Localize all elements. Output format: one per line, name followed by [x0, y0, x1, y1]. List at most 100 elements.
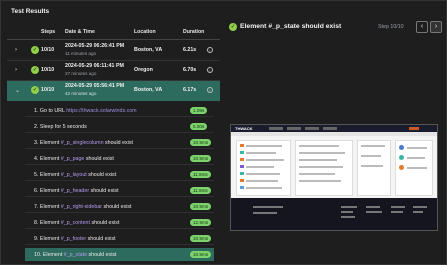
screenshot-line [299, 173, 335, 175]
step-suffix: should exist [84, 156, 114, 162]
step-selector: #_p_state [63, 252, 88, 258]
screenshot-line [299, 152, 345, 154]
screenshot-line [246, 145, 282, 147]
step-text: Element [39, 220, 61, 226]
step-row[interactable]: 3. Element #_p_singlecolumn should exist… [25, 136, 214, 149]
run-steps: 10/10 [41, 67, 55, 73]
screenshot-line [407, 157, 425, 159]
screenshot-card [357, 140, 391, 196]
column-datetime: Date & Time [65, 29, 95, 35]
step-duration-badge: 10.9ms [190, 155, 212, 162]
step-row[interactable]: 7. Element #_p_right-sidebar should exis… [25, 200, 214, 213]
step-row[interactable]: 5. Element #_p_layout should exist 11.9m… [25, 168, 214, 181]
step-number: 6. [34, 188, 39, 194]
step-row[interactable]: 6. Element #_p_header should exist 11.9m… [25, 184, 214, 197]
step-suffix: should exist [102, 204, 132, 210]
run-location: Boston, VA [134, 87, 163, 93]
screenshot-chip [240, 158, 244, 161]
screenshot-line [407, 147, 427, 149]
info-icon[interactable]: i [207, 87, 213, 93]
screenshot-footer-line [391, 206, 405, 208]
step-duration-badge: 10.9ms [190, 203, 212, 210]
screenshot-line [299, 145, 339, 147]
screenshot-line [246, 159, 284, 161]
screenshot-line [407, 167, 427, 169]
step-detail-title: Element #_p_state should exist [240, 23, 342, 30]
screenshot-chip [240, 172, 244, 175]
step-duration-badge: 11.9ms [190, 171, 211, 178]
step-row[interactable]: 9. Element #_p_footer should exist 10.9m… [25, 232, 214, 245]
step-row-selected[interactable]: 10. Element #_p_state should exist 10.9m… [25, 248, 214, 261]
screenshot-nav [269, 127, 283, 130]
step-suffix: should exist [87, 252, 117, 258]
info-icon[interactable]: i [207, 67, 213, 73]
step-duration-badge: 10.9ms [190, 235, 212, 242]
step-text: Element [39, 204, 61, 210]
step-indicator: Step 10/10 [378, 24, 404, 30]
step-duration-badge: 1.09s [190, 107, 208, 114]
screenshot-footer-line [253, 206, 283, 208]
step-row[interactable]: 4. Element #_p_page should exist 10.9ms [25, 152, 214, 165]
step-text: Element [39, 188, 61, 194]
column-duration: Duration [183, 29, 205, 35]
run-duration: 6.70s [183, 67, 197, 73]
screenshot-line [246, 173, 280, 175]
step-number: 1. [34, 108, 39, 114]
screenshot-line [361, 145, 385, 147]
run-row-expanded[interactable]: ⌄ ✓ 10/10 2024-05-29 05:56:41 PM 42 minu… [7, 81, 220, 101]
chevron-right-icon[interactable]: › [15, 47, 17, 53]
screenshot-line [246, 152, 276, 154]
screenshot-footer [231, 198, 437, 230]
step-row[interactable]: 8. Element #_p_content should exist 12.9… [25, 216, 214, 229]
step-selector: #_p_footer [60, 236, 87, 242]
step-selector: #_p_page [60, 156, 85, 162]
screenshot-line [246, 187, 282, 189]
screenshot-line [246, 166, 274, 168]
test-results-window: Test Results Steps Date & Time Location … [0, 0, 447, 265]
screenshot-line [361, 165, 383, 167]
chevron-right-icon: › [434, 23, 438, 30]
info-icon[interactable]: i [207, 47, 213, 53]
step-number: 9. [34, 236, 39, 242]
step-number: 10. [34, 252, 42, 258]
next-step-button[interactable]: › [430, 21, 442, 33]
check-circle-icon: ✓ [31, 86, 39, 94]
check-circle-icon: ✓ [31, 66, 39, 74]
step-number: 2. [34, 124, 39, 130]
step-screenshot[interactable]: THWACK [230, 124, 438, 231]
step-duration-badge: 10.9ms [190, 139, 212, 146]
step-duration-badge: 11.9ms [190, 187, 211, 194]
run-duration: 6.21s [183, 47, 197, 53]
run-datetime: 2024-05-29 06:11:41 PM [65, 63, 124, 69]
step-selector: #_p_layout [60, 172, 87, 178]
screenshot-footer-line [366, 206, 380, 208]
screenshot-logo: THWACK [235, 126, 253, 131]
step-text: Element [39, 236, 61, 242]
table-header: Steps Date & Time Location Duration [7, 26, 220, 38]
previous-step-button[interactable]: ‹ [416, 21, 428, 33]
step-row[interactable]: 2. Sleep for 5 seconds 5.00s [25, 120, 214, 133]
step-text: Element [39, 172, 61, 178]
screenshot-line [299, 159, 337, 161]
run-steps: 10/10 [41, 47, 55, 53]
run-location: Boston, VA [134, 47, 163, 53]
run-row[interactable]: › ✓ 10/10 2024-05-29 06:11:41 PM 27 minu… [7, 61, 220, 81]
column-steps: Steps [41, 29, 56, 35]
step-suffix: should exist [86, 236, 116, 242]
step-row[interactable]: 1. Go to URL https://thwack.solarwinds.c… [25, 104, 214, 117]
run-row[interactable]: › ✓ 10/10 2024-05-29 06:26:41 PM 11 minu… [7, 41, 220, 61]
screenshot-nav [409, 127, 419, 130]
test-results-panel: Test Results Steps Date & Time Location … [7, 4, 220, 263]
run-ago: 11 minutes ago [65, 51, 97, 56]
screenshot-chip [240, 165, 244, 168]
screenshot-chip [240, 179, 244, 182]
run-ago: 27 minutes ago [65, 71, 97, 76]
step-number: 7. [34, 204, 39, 210]
screenshot-avatar [399, 145, 404, 150]
chevron-right-icon[interactable]: › [15, 67, 17, 73]
screenshot-nav [323, 127, 337, 130]
step-selector: #_p_singlecolumn [60, 140, 104, 146]
chevron-down-icon[interactable]: ⌄ [15, 87, 20, 94]
step-selector: #_p_header [60, 188, 90, 194]
step-selector: #_p_right-sidebar [60, 204, 103, 210]
